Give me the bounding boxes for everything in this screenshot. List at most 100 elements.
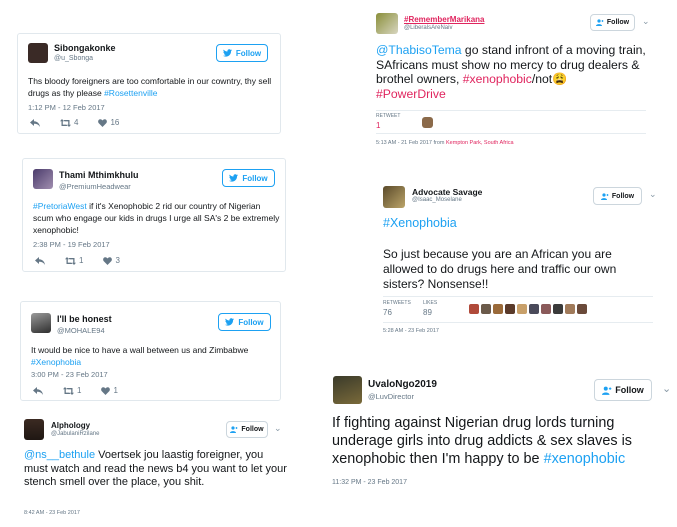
reply-button[interactable] bbox=[30, 118, 40, 127]
twitter-bird-icon bbox=[229, 174, 239, 182]
retweet-button[interactable]: 4 bbox=[60, 118, 78, 127]
add-user-icon bbox=[595, 19, 604, 26]
tweet-text: If fighting against Nigerian drug lords … bbox=[332, 414, 675, 468]
avatar[interactable] bbox=[333, 376, 362, 404]
reply-icon bbox=[35, 256, 45, 265]
follow-label: Follow bbox=[235, 48, 262, 58]
hashtag-link[interactable]: #Xenophobia bbox=[31, 356, 277, 368]
follow-button[interactable]: Follow bbox=[226, 421, 268, 438]
liker-avatar[interactable] bbox=[565, 304, 575, 314]
retweets-label: RETWEETS bbox=[383, 300, 411, 306]
liker-avatar[interactable] bbox=[469, 304, 479, 314]
follow-label: Follow bbox=[606, 19, 630, 26]
liker-avatar[interactable] bbox=[553, 304, 563, 314]
author-handle[interactable]: @u_Sbonga bbox=[54, 55, 93, 62]
follow-label: Follow bbox=[241, 426, 264, 433]
reply-icon bbox=[30, 118, 40, 127]
reply-button[interactable] bbox=[35, 256, 45, 265]
avatar[interactable] bbox=[376, 13, 398, 34]
likes-count[interactable]: 89 bbox=[423, 308, 432, 317]
liker-avatar[interactable] bbox=[493, 304, 503, 314]
tweet-timestamp[interactable]: 1:12 PM - 12 Feb 2017 bbox=[28, 103, 105, 112]
like-button[interactable]: 16 bbox=[98, 118, 119, 127]
divider bbox=[376, 133, 646, 134]
follow-button[interactable]: Follow bbox=[222, 169, 275, 187]
liker-avatar[interactable] bbox=[577, 304, 587, 314]
author-name[interactable]: Alphology bbox=[51, 421, 90, 430]
avatar[interactable] bbox=[24, 419, 44, 440]
follow-button[interactable]: Follow bbox=[594, 379, 652, 401]
reply-button[interactable] bbox=[33, 386, 43, 395]
tweet-timestamp[interactable]: 8:42 AM - 23 Feb 2017 bbox=[24, 510, 80, 516]
location-link[interactable]: Kempton Park, South Africa bbox=[446, 140, 514, 146]
avatar[interactable] bbox=[28, 43, 48, 63]
liker-avatar[interactable] bbox=[541, 304, 551, 314]
chevron-down-icon[interactable]: ⌄ bbox=[649, 189, 657, 200]
tweet-text: #PretoriaWest if it's Xenophobic 2 rid o… bbox=[33, 200, 281, 236]
tweet-body-tail: /not bbox=[531, 72, 553, 86]
tweet-text: @ns__bethule Voertsek jou laastig foreig… bbox=[24, 449, 288, 490]
tweet-card-thami: Thami Mthimkhulu @PremiumHeadwear Follow… bbox=[22, 158, 286, 272]
like-button[interactable]: 3 bbox=[103, 256, 120, 265]
follow-button[interactable]: Follow bbox=[218, 313, 271, 331]
divider bbox=[383, 322, 653, 323]
liker-avatar[interactable] bbox=[505, 304, 515, 314]
tweet-card-sibongakonke: Sibongakonke @u_Sbonga Follow Ths bloody… bbox=[17, 33, 281, 134]
like-count: 1 bbox=[113, 386, 118, 395]
timestamp-text[interactable]: 5:13 AM - 21 Feb 2017 from bbox=[376, 140, 446, 146]
hashtag-link[interactable]: #xenophobic bbox=[463, 72, 532, 86]
retweet-icon bbox=[65, 256, 76, 265]
mention-link[interactable]: @ns__bethule bbox=[24, 449, 95, 461]
liker-avatar[interactable] bbox=[517, 304, 527, 314]
mention-link[interactable]: @ThabisoTema bbox=[376, 43, 462, 57]
follow-button[interactable]: Follow bbox=[593, 187, 642, 205]
chevron-down-icon[interactable]: ⌄ bbox=[642, 16, 650, 27]
like-count: 16 bbox=[110, 118, 120, 127]
chevron-down-icon[interactable]: ⌄ bbox=[274, 423, 282, 434]
hashtag-link[interactable]: #Xenophobia bbox=[383, 216, 457, 230]
follow-button[interactable]: Follow bbox=[590, 14, 635, 31]
tweet-timestamp[interactable]: 3:00 PM - 23 Feb 2017 bbox=[31, 370, 108, 379]
divider bbox=[376, 110, 646, 111]
tweet-timestamp[interactable]: 11:32 PM - 23 Feb 2017 bbox=[332, 479, 407, 486]
author-name[interactable]: Advocate Savage bbox=[412, 187, 482, 197]
tweet-text: So just because you are an African you a… bbox=[383, 247, 617, 291]
author-handle[interactable]: @LuvDirector bbox=[368, 392, 414, 401]
liker-avatar[interactable] bbox=[529, 304, 539, 314]
heart-icon bbox=[103, 256, 113, 265]
add-user-icon bbox=[602, 386, 612, 395]
author-name[interactable]: UvaloNgo2019 bbox=[368, 379, 437, 390]
liker-avatar[interactable] bbox=[481, 304, 491, 314]
retweet-button[interactable]: 1 bbox=[65, 256, 83, 265]
avatar[interactable] bbox=[31, 313, 51, 333]
divider bbox=[383, 296, 653, 297]
hashtag-link[interactable]: #xenophobic bbox=[544, 451, 626, 467]
avatar[interactable] bbox=[33, 169, 53, 189]
avatar[interactable] bbox=[383, 186, 405, 208]
author-name[interactable]: #RememberMarikana bbox=[404, 15, 484, 24]
hashtag-link[interactable]: #Rosettenville bbox=[104, 88, 157, 98]
author-name[interactable]: Sibongakonke bbox=[54, 43, 116, 53]
tweet-timestamp[interactable]: 5:28 AM - 23 Feb 2017 bbox=[383, 328, 439, 334]
like-button[interactable]: 1 bbox=[101, 386, 118, 395]
author-handle[interactable]: @Isaac_Moselane bbox=[412, 197, 462, 203]
chevron-down-icon[interactable]: ⌄ bbox=[662, 382, 671, 395]
twitter-bird-icon bbox=[225, 318, 235, 326]
author-handle[interactable]: @JabulaniRzilane bbox=[51, 431, 99, 437]
author-name[interactable]: Thami Mthimkhulu bbox=[59, 170, 139, 180]
retweet-count: 1 bbox=[77, 386, 82, 395]
author-handle[interactable]: @MOHALE94 bbox=[57, 326, 105, 335]
retweet-button[interactable]: 1 bbox=[63, 386, 81, 395]
retweeter-avatar[interactable] bbox=[422, 117, 433, 128]
author-name[interactable]: I'll be honest bbox=[57, 314, 112, 324]
retweets-count[interactable]: 76 bbox=[383, 308, 392, 317]
tweet-timestamp[interactable]: 2:38 PM - 19 Feb 2017 bbox=[33, 240, 110, 249]
hashtag-link-2[interactable]: #PowerDrive bbox=[376, 87, 446, 101]
hashtag-link[interactable]: #PretoriaWest bbox=[33, 201, 87, 211]
follow-button[interactable]: Follow bbox=[216, 44, 268, 62]
retweet-count[interactable]: 1 bbox=[376, 121, 380, 130]
heart-icon bbox=[101, 386, 111, 395]
author-handle[interactable]: @PremiumHeadwear bbox=[59, 182, 131, 191]
tweet-text: Ths bloody foreigners are too comfortabl… bbox=[28, 75, 274, 99]
author-handle[interactable]: @LiberalsAreNaiv bbox=[404, 25, 452, 31]
